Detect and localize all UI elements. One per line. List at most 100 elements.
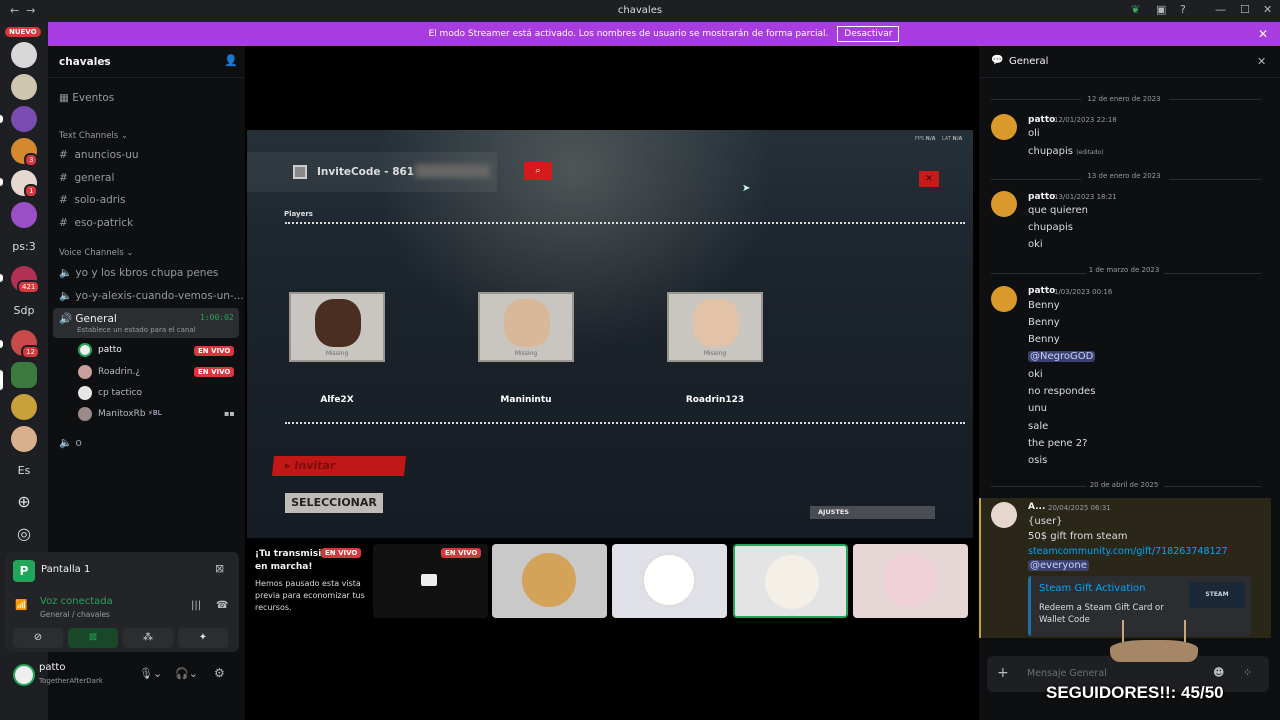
events-item[interactable]: ▦ Eventos <box>59 92 114 104</box>
activities-button[interactable]: ⁂ <box>123 628 173 648</box>
channel-general[interactable]: # general <box>59 172 114 184</box>
message-author[interactable]: patto <box>1028 192 1055 202</box>
participant-tile[interactable] <box>492 544 607 618</box>
server-icon[interactable] <box>11 394 37 420</box>
voice-channel-2[interactable]: 🔈 yo-y-alexis-cuando-vemos-un-... <box>59 289 244 302</box>
game-stream[interactable]: FPS N/A LAT N/A InviteCode - 861 ⌕ ✕ ➤ P… <box>247 130 973 538</box>
channel-anuncios[interactable]: # anuncios-uu <box>59 149 139 161</box>
voice-channel-o[interactable]: 🔈 o <box>59 436 82 449</box>
voice-user-patto[interactable]: patto <box>98 345 122 355</box>
explore-icon[interactable]: ◎ <box>8 524 40 543</box>
gift-link[interactable]: steamcommunity.com/gift/718263748127 <box>1028 546 1228 557</box>
player-card[interactable]: Missing <box>289 292 385 362</box>
user-panel: patto TogetherAfterDark 🎙⌄ 🎧⌄ ⚙ <box>5 656 239 692</box>
active-voice-channel[interactable]: 🔊 General 1:00:02 Establece un estado pa… <box>53 308 239 338</box>
message-author[interactable]: A... <box>1028 502 1045 512</box>
emoji-icon[interactable]: ☻ <box>1213 666 1224 679</box>
voice-channel-name: General <box>75 313 117 325</box>
search-icon[interactable]: ⌕ <box>524 162 552 180</box>
screen-toggle-button[interactable]: ⊠ <box>68 628 118 648</box>
channel-solo-adris[interactable]: # solo-adris <box>59 194 126 206</box>
message-mention[interactable]: @everyone <box>1028 560 1089 571</box>
add-server-icon[interactable]: ⊕ <box>8 492 40 511</box>
text-category[interactable]: Text Channels ⌄ <box>59 131 128 141</box>
participant-tile-speaking[interactable] <box>733 544 848 618</box>
message-text: osis <box>1028 455 1048 466</box>
microphone-icon[interactable]: 🎙⌄ <box>139 667 162 680</box>
server-es[interactable]: Es <box>8 464 40 477</box>
participant-tile[interactable] <box>612 544 727 618</box>
avatar[interactable] <box>78 343 92 357</box>
server-ps3[interactable]: ps:3 <box>8 240 40 253</box>
settings-icon[interactable]: ⚙ <box>214 666 225 680</box>
avatar[interactable] <box>78 407 92 421</box>
stop-stream-icon[interactable]: ⊠ <box>215 562 224 575</box>
close-icon[interactable]: ✕ <box>919 171 939 187</box>
server-icon[interactable] <box>11 74 37 100</box>
invite-people-icon[interactable]: 👤 <box>224 54 238 67</box>
message-author[interactable]: patto <box>1028 286 1055 296</box>
maximize-button[interactable]: ☐ <box>1240 3 1250 16</box>
username[interactable]: patto <box>39 662 65 673</box>
live-badge: EN VIVO <box>441 548 482 558</box>
headphones-icon[interactable]: 🎧⌄ <box>175 667 198 680</box>
unread-badge: 421 <box>17 280 41 294</box>
stream-preview-thumb[interactable]: EN VIVO <box>373 544 488 618</box>
avatar[interactable] <box>78 386 92 400</box>
invite-button[interactable]: ▸ Invitar <box>271 456 407 476</box>
inbox-icon[interactable]: ▣ <box>1156 3 1166 16</box>
close-window-button[interactable]: ✕ <box>1263 3 1272 16</box>
avatar[interactable] <box>78 365 92 379</box>
server-icon[interactable] <box>11 42 37 68</box>
avatar[interactable] <box>991 286 1017 312</box>
help-icon[interactable]: ? <box>1180 3 1186 16</box>
player-card[interactable]: Missing <box>478 292 574 362</box>
server-sdp[interactable]: Sdp <box>8 304 40 317</box>
minimize-button[interactable]: — <box>1215 3 1226 16</box>
voice-location[interactable]: General / chavales <box>40 610 110 619</box>
settings-button[interactable]: AJUSTES <box>810 506 935 519</box>
soundboard-button[interactable]: ✦ <box>178 628 228 648</box>
voice-user-roadrin[interactable]: Roadrin.¿ <box>98 367 140 377</box>
close-banner-icon[interactable]: ✕ <box>1258 22 1268 46</box>
voice-user-cp-tactico[interactable]: cp tactico <box>98 388 142 398</box>
banner-text: El modo Streamer está activado. Los nomb… <box>428 29 829 39</box>
cursor-icon: ➤ <box>742 183 751 194</box>
select-button[interactable]: SELECCIONAR <box>285 493 383 513</box>
disconnect-icon[interactable]: ☎ <box>216 600 228 611</box>
divider <box>285 222 965 224</box>
new-badge: NUEVO <box>5 27 41 37</box>
embed-title[interactable]: Steam Gift Activation <box>1039 583 1146 594</box>
participant-tile[interactable] <box>853 544 968 618</box>
noise-icon[interactable]: ||| <box>191 600 201 611</box>
redacted-code <box>415 164 490 178</box>
avatar[interactable] <box>991 191 1017 217</box>
leaf-icon[interactable]: ❦ <box>1131 3 1140 16</box>
avatar[interactable] <box>991 114 1017 140</box>
voice-status-text[interactable]: Establece un estado para el canal <box>77 326 196 334</box>
server-icon[interactable] <box>11 426 37 452</box>
voice-user-manitox[interactable]: ManitoxRb <box>98 409 146 419</box>
avatar[interactable] <box>13 664 35 686</box>
disable-streamer-button[interactable]: Desactivar <box>837 26 900 42</box>
add-attachment-icon[interactable]: + <box>997 665 1009 681</box>
message-author[interactable]: patto <box>1028 115 1055 125</box>
avatar[interactable] <box>991 502 1017 528</box>
message-mention[interactable]: @NegroGOD <box>1028 351 1096 362</box>
voice-channel-1[interactable]: 🔈 yo y los kbros chupa penes <box>59 266 218 279</box>
server-header[interactable]: chavales ⌄ 👤 <box>48 46 245 78</box>
voice-category[interactable]: Voice Channels ⌄ <box>59 248 133 258</box>
checkbox-icon[interactable] <box>293 165 307 179</box>
apps-icon[interactable]: ⁘ <box>1243 666 1252 679</box>
camera-toggle-button[interactable]: ⊘ <box>13 628 63 648</box>
server-icon[interactable] <box>11 362 37 388</box>
server-icon[interactable] <box>11 106 37 132</box>
close-chat-icon[interactable]: ✕ <box>1257 55 1266 68</box>
player-card[interactable]: Missing <box>667 292 763 362</box>
server-icon[interactable] <box>11 202 37 228</box>
date-divider: 1 de marzo de 2023 <box>1088 266 1160 274</box>
channel-eso-patrick[interactable]: # eso-patrick <box>59 217 133 229</box>
signal-icon[interactable]: 📶 <box>15 600 27 611</box>
user-status[interactable]: TogetherAfterDark <box>39 677 103 685</box>
voice-connected-label[interactable]: Voz conectada <box>40 596 113 607</box>
